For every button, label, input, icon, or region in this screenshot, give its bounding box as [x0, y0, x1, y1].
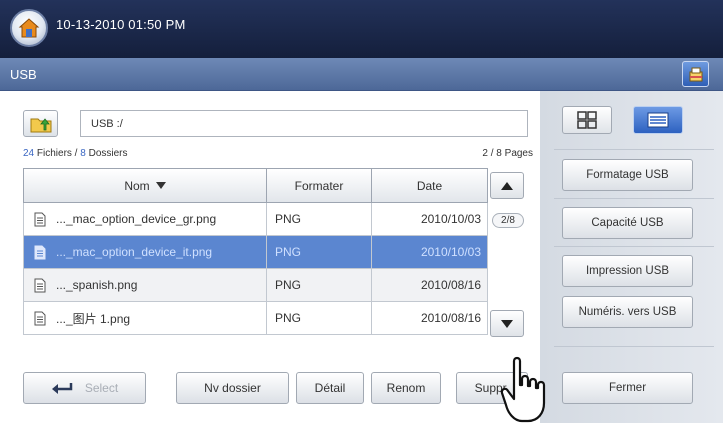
- sort-desc-icon: [155, 182, 166, 189]
- new-folder-button[interactable]: Nv dossier: [176, 372, 289, 404]
- file-date: 2010/08/16: [420, 311, 481, 325]
- thumbnail-view-button[interactable]: [562, 106, 612, 134]
- table-row[interactable]: ..._图片 1.png PNG 2010/08/16: [24, 302, 487, 335]
- usb-print-button[interactable]: Impression USB: [562, 255, 693, 287]
- table-row[interactable]: ..._mac_option_device_gr.png PNG 2010/10…: [24, 203, 487, 236]
- page-counter: 2 / 8 Pages: [482, 148, 533, 159]
- usb-format-button[interactable]: Formatage USB: [562, 159, 693, 191]
- job-status-icon: [689, 67, 702, 82]
- file-date: 2010/08/16: [371, 269, 487, 301]
- file-name-cell: ..._图片 1.png: [24, 302, 267, 334]
- file-icon: [34, 311, 46, 326]
- divider: [554, 346, 714, 347]
- select-button[interactable]: Select: [23, 372, 146, 404]
- file-name-cell: ..._mac_option_device_it.png: [24, 236, 267, 268]
- scroll-up-button[interactable]: [490, 172, 524, 199]
- file-name: ..._mac_option_device_gr.png: [56, 212, 217, 226]
- column-label-date: Date: [416, 178, 443, 193]
- table-header: Nom Formater Date: [23, 168, 488, 203]
- parent-folder-button[interactable]: [23, 110, 58, 137]
- file-date: 2010/10/03: [371, 236, 487, 268]
- hand-pointer-icon: [500, 356, 546, 423]
- list-view-icon: [647, 112, 669, 128]
- file-format: PNG: [266, 236, 372, 268]
- table-body: ..._mac_option_device_gr.png PNG 2010/10…: [23, 203, 488, 335]
- column-header-format[interactable]: Formater: [267, 168, 372, 203]
- rename-button[interactable]: Renom: [371, 372, 441, 404]
- title-bar: USB: [0, 58, 723, 91]
- divider: [554, 198, 714, 199]
- file-icon: [34, 245, 46, 260]
- item-counts: 24 Fichiers / 8 Dossiers: [23, 148, 128, 159]
- file-name-cell: ..._mac_option_device_gr.png: [24, 203, 267, 235]
- close-button[interactable]: Fermer: [562, 372, 693, 404]
- arrow-down-icon: [501, 319, 513, 328]
- column-label-format: Formater: [294, 178, 344, 193]
- column-header-name[interactable]: Nom: [23, 168, 267, 203]
- scan-to-usb-button[interactable]: Numéris. vers USB: [562, 296, 693, 328]
- home-icon: [18, 18, 40, 38]
- file-name-cell: ..._spanish.png: [24, 269, 267, 301]
- table-row[interactable]: ..._spanish.png PNG 2010/08/16: [24, 269, 487, 302]
- file-format: PNG: [266, 203, 372, 235]
- page-title: USB: [10, 67, 37, 82]
- side-panel: Formatage USB Capacité USB Impression US…: [540, 91, 723, 423]
- folder-up-icon: [30, 117, 51, 132]
- list-view-button[interactable]: [633, 106, 683, 134]
- usb-capacity-button[interactable]: Capacité USB: [562, 207, 693, 239]
- file-icon: [34, 278, 46, 293]
- datetime-display: 10-13-2010 01:50 PM: [56, 17, 186, 32]
- detail-button[interactable]: Détail: [296, 372, 364, 404]
- enter-icon: [51, 382, 73, 394]
- folders-label: Dossiers: [85, 148, 128, 159]
- file-table: Nom Formater Date ..._mac_option_device_…: [23, 168, 488, 335]
- table-row[interactable]: ..._mac_option_device_it.png PNG 2010/10…: [24, 236, 487, 269]
- file-format: PNG: [266, 269, 372, 301]
- scroll-down-button[interactable]: [490, 310, 524, 337]
- divider: [554, 149, 714, 150]
- page-indicator: 2/8: [492, 213, 524, 228]
- file-browser-panel: USB :/ 24 Fichiers / 8 Dossiers 2 / 8 Pa…: [8, 98, 540, 418]
- files-count: 24: [23, 148, 35, 159]
- file-date: 2010/10/03: [371, 203, 487, 235]
- grid-view-icon: [577, 111, 597, 129]
- divider: [554, 246, 714, 247]
- column-label-name: Nom: [124, 178, 150, 193]
- home-button[interactable]: [10, 9, 48, 47]
- file-icon: [34, 212, 46, 227]
- file-format: PNG: [267, 302, 372, 334]
- file-name: ..._mac_option_device_it.png: [56, 245, 213, 259]
- arrow-up-icon: [501, 181, 513, 190]
- files-label: Fichiers /: [34, 148, 81, 159]
- job-status-button[interactable]: [682, 61, 709, 87]
- path-field: USB :/: [80, 110, 528, 137]
- select-button-label: Select: [84, 381, 119, 395]
- column-header-date[interactable]: Date: [372, 168, 488, 203]
- file-name: ..._图片 1.png: [56, 311, 131, 326]
- file-name: ..._spanish.png: [56, 278, 138, 292]
- status-bar: 10-13-2010 01:50 PM: [0, 0, 723, 58]
